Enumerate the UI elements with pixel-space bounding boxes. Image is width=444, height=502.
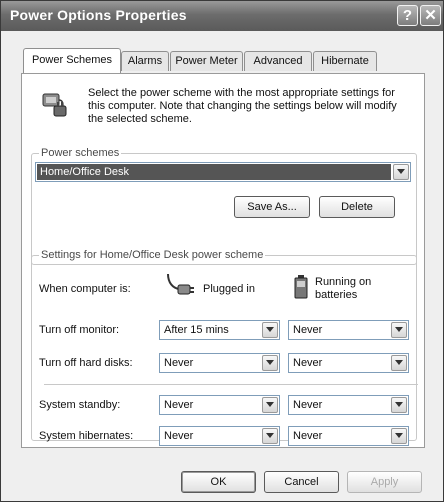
close-button[interactable]: ✕ (420, 5, 441, 26)
tab-power-meter[interactable]: Power Meter (170, 51, 243, 71)
settings-divider (44, 384, 418, 385)
battery-icon (294, 275, 308, 299)
standby-battery-value: Never (293, 399, 323, 411)
hibernate-battery-select[interactable]: Never (288, 426, 409, 446)
turn-off-hard-disks-label: Turn off hard disks: (39, 357, 133, 369)
chevron-down-icon[interactable] (391, 355, 407, 371)
apply-button[interactable]: Apply (347, 471, 422, 493)
hard-disks-battery-select[interactable]: Never (288, 353, 409, 373)
tab-hibernate[interactable]: Hibernate (313, 51, 377, 71)
hard-disks-battery-value: Never (293, 357, 323, 369)
ok-button[interactable]: OK (181, 471, 256, 493)
chevron-down-icon[interactable] (391, 322, 407, 338)
hard-disks-plugged-value: Never (164, 357, 194, 369)
power-scheme-value: Home/Office Desk (37, 164, 391, 180)
power-schemes-panel: Select the power scheme with the most ap… (21, 73, 425, 448)
system-standby-label: System standby: (39, 399, 121, 411)
settings-group: Settings for Home/Office Desk power sche… (31, 248, 418, 446)
tab-power-schemes[interactable]: Power Schemes (23, 48, 121, 73)
chevron-down-icon[interactable] (262, 355, 278, 371)
delete-button[interactable]: Delete (319, 196, 395, 218)
system-hibernates-label: System hibernates: (39, 430, 134, 442)
turn-off-monitor-label: Turn off monitor: (39, 324, 120, 336)
hibernate-battery-value: Never (293, 430, 323, 442)
intro-description: Select the power scheme with the most ap… (88, 87, 397, 125)
settings-group-label: Settings for Home/Office Desk power sche… (39, 248, 266, 262)
plug-icon (167, 273, 194, 295)
cancel-button[interactable]: Cancel (264, 471, 339, 493)
standby-battery-select[interactable]: Never (288, 395, 409, 415)
monitor-battery-value: Never (293, 324, 323, 336)
plugged-in-label: Plugged in (203, 283, 255, 295)
tab-alarms[interactable]: Alarms (121, 51, 169, 71)
when-computer-is-label: When computer is: (39, 283, 131, 295)
hibernate-plugged-select[interactable]: Never (159, 426, 280, 446)
monitor-plugged-select[interactable]: After 15 mins (159, 320, 280, 340)
save-as-button[interactable]: Save As... (234, 196, 310, 218)
chevron-down-icon[interactable] (391, 397, 407, 413)
chevron-down-icon[interactable] (391, 428, 407, 444)
standby-plugged-value: Never (164, 399, 194, 411)
window-title: Power Options Properties (10, 7, 187, 23)
power-scheme-select[interactable]: Home/Office Desk (35, 162, 411, 182)
running-on-batteries-label: Running on batteries (315, 276, 372, 301)
tab-advanced[interactable]: Advanced (244, 51, 312, 71)
chevron-down-icon[interactable] (262, 397, 278, 413)
hard-disks-plugged-select[interactable]: Never (159, 353, 280, 373)
title-bar[interactable]: Power Options Properties ? ✕ (1, 1, 443, 31)
monitor-plugged-value: After 15 mins (164, 324, 229, 336)
power-schemes-group-label: Power schemes (39, 146, 122, 160)
power-options-icon (42, 93, 67, 117)
chevron-down-icon[interactable] (393, 164, 409, 180)
monitor-battery-select[interactable]: Never (288, 320, 409, 340)
power-options-dialog: Power Options Properties ? ✕ Power Schem… (0, 0, 444, 502)
help-button[interactable]: ? (397, 5, 418, 26)
standby-plugged-select[interactable]: Never (159, 395, 280, 415)
chevron-down-icon[interactable] (262, 428, 278, 444)
chevron-down-icon[interactable] (262, 322, 278, 338)
hibernate-plugged-value: Never (164, 430, 194, 442)
